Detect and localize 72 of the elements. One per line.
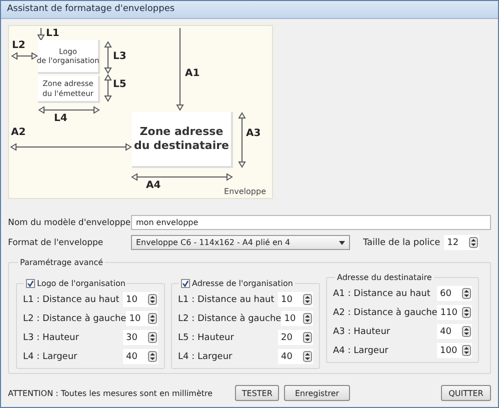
dimension-arrow bbox=[238, 112, 246, 168]
dimension-label: L5 bbox=[113, 79, 126, 90]
spin-arrows-icon[interactable] bbox=[462, 288, 471, 299]
dimension-label: A4 bbox=[146, 180, 161, 191]
checkmark-icon bbox=[27, 280, 34, 287]
spin-arrows-icon[interactable] bbox=[303, 313, 312, 324]
number-spinbox[interactable]: 12 bbox=[444, 235, 480, 250]
number-spinbox[interactable]: 20 bbox=[278, 330, 313, 345]
checkbox[interactable] bbox=[26, 279, 35, 288]
checkmark-icon bbox=[182, 280, 189, 287]
setting-label: L4 : Largeur bbox=[178, 352, 234, 362]
number-spinbox[interactable]: 60 bbox=[437, 286, 472, 301]
checkbox-label[interactable]: Adresse de l'organisation bbox=[192, 279, 293, 288]
setting-label: L2 : Distance à gauche bbox=[178, 314, 282, 324]
setting-label: L1 : Distance au haut bbox=[178, 294, 276, 304]
dimension-label: L2 bbox=[12, 40, 26, 51]
number-spinbox[interactable]: 10 bbox=[281, 311, 313, 326]
number-spinbox[interactable]: 10 bbox=[278, 292, 313, 307]
dimension-label: L3 bbox=[113, 51, 126, 62]
setting-label: L5 : Hauteur bbox=[178, 332, 235, 342]
setting-label: L4 : Largeur bbox=[23, 352, 78, 362]
spin-arrows-icon[interactable] bbox=[462, 345, 471, 356]
field-label: Taille de la police bbox=[363, 238, 440, 248]
spin-arrows-icon[interactable] bbox=[148, 313, 157, 324]
recipient-address-area: Zone adresse du destinataire bbox=[132, 112, 233, 168]
dimension-label: A1 bbox=[185, 68, 200, 79]
group-title: Adresse du destinataire bbox=[336, 273, 433, 282]
group-title: Paramétrage avancé bbox=[19, 258, 104, 267]
spin-arrows-icon[interactable] bbox=[148, 332, 157, 343]
dimension-label: A3 bbox=[246, 128, 261, 139]
spin-arrows-icon[interactable] bbox=[462, 307, 471, 318]
number-spinbox[interactable]: 10 bbox=[123, 292, 158, 307]
checkbox[interactable] bbox=[181, 279, 190, 288]
checkbox-label[interactable]: Logo de l'organisation bbox=[37, 279, 126, 288]
number-spinbox[interactable]: 40 bbox=[278, 349, 313, 364]
save-button[interactable]: Enregistrer bbox=[284, 385, 350, 401]
dimension-arrow bbox=[38, 106, 100, 114]
number-spinbox[interactable]: 30 bbox=[123, 330, 158, 345]
number-spinbox[interactable]: 10 bbox=[126, 311, 158, 326]
setting-label: A3 : Hauteur bbox=[333, 326, 392, 336]
spin-arrows-icon[interactable] bbox=[303, 332, 312, 343]
setting-label: A4 : Largeur bbox=[333, 346, 390, 356]
spin-arrows-icon[interactable] bbox=[469, 237, 478, 248]
number-spinbox[interactable]: 110 bbox=[437, 305, 472, 320]
dimension-label: L1 bbox=[46, 28, 60, 39]
dimension-label: A2 bbox=[11, 127, 26, 138]
setting-label: A1 : Distance au haut bbox=[333, 288, 432, 298]
diagram-caption: Enveloppe bbox=[224, 187, 266, 196]
model-name-field[interactable]: mon enveloppe bbox=[131, 215, 491, 230]
setting-label: A2 : Distance à gauche bbox=[333, 308, 438, 318]
quit-button[interactable]: QUITTER bbox=[441, 385, 491, 401]
window-title: Assistant de formatage d'enveloppes bbox=[1, 1, 498, 19]
number-spinbox[interactable]: 100 bbox=[437, 343, 472, 358]
setting-label: L2 : Distance à gauche bbox=[23, 314, 126, 324]
dimension-label: L4 bbox=[54, 113, 68, 124]
dimension-arrow bbox=[37, 28, 45, 41]
units-note: ATTENTION : Toutes les mesures sont en millimètre bbox=[8, 388, 214, 398]
spin-arrows-icon[interactable] bbox=[148, 294, 157, 305]
spin-arrows-icon[interactable] bbox=[303, 294, 312, 305]
number-spinbox[interactable]: 40 bbox=[123, 349, 158, 364]
spin-arrows-icon[interactable] bbox=[303, 351, 312, 362]
dimension-arrow bbox=[11, 52, 38, 60]
spin-arrows-icon[interactable] bbox=[462, 326, 471, 337]
field-label: Format de l'enveloppe bbox=[8, 238, 104, 248]
spin-arrows-icon[interactable] bbox=[148, 351, 157, 362]
setting-label: L3 : Hauteur bbox=[23, 332, 80, 342]
dropdown-caret-icon bbox=[339, 240, 345, 244]
test-button[interactable]: TESTER bbox=[234, 385, 279, 401]
number-spinbox[interactable]: 40 bbox=[437, 324, 472, 339]
format-dropdown[interactable]: Enveloppe C6 - 114x162 - A4 plié en 4 bbox=[131, 235, 350, 250]
field-label: Nom du modèle d'enveloppe bbox=[8, 218, 131, 228]
setting-label: L1 : Distance au haut bbox=[23, 294, 120, 304]
